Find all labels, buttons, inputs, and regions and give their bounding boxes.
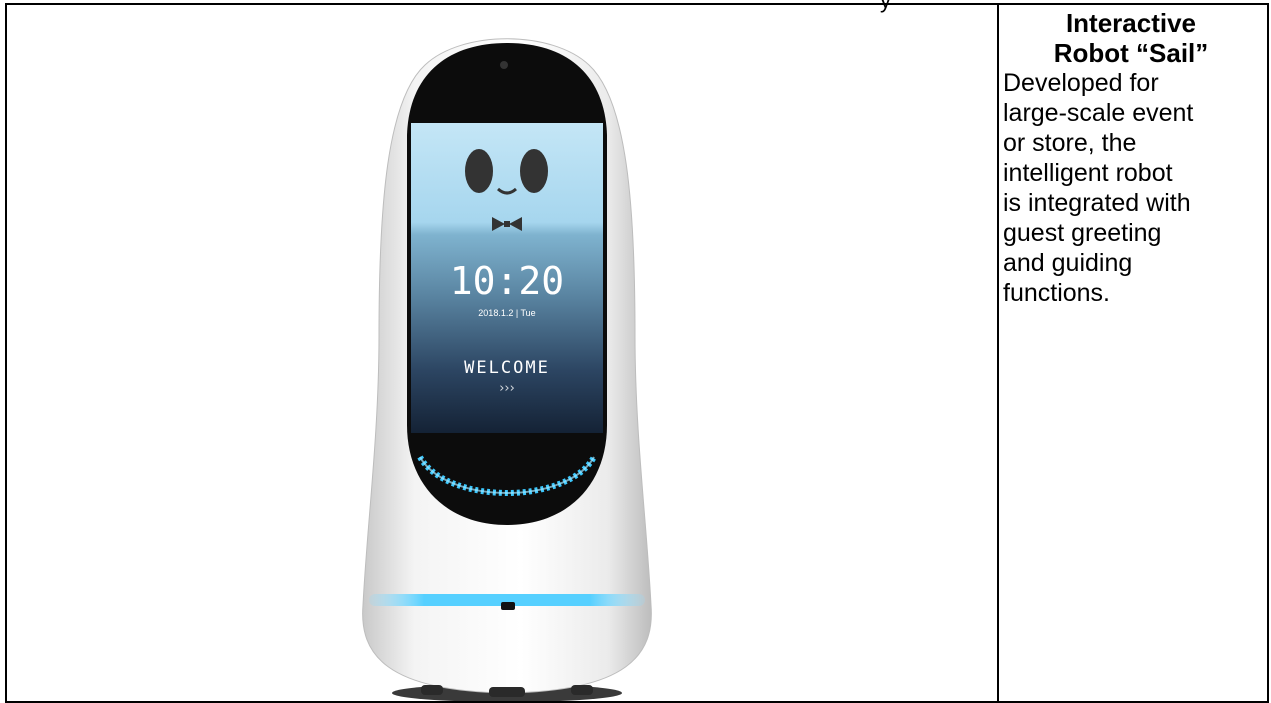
description-cell: Interactive Robot “Sail” Developed for l… — [1000, 5, 1269, 701]
robot-image: 10:20 2018.1.2 | Tue WELCOME ››› — [362, 38, 652, 701]
robot-right-eye-icon — [520, 149, 548, 193]
camera-icon — [500, 61, 508, 69]
product-table: 10:20 2018.1.2 | Tue WELCOME ››› Interac… — [5, 3, 1269, 703]
description-line: and guiding — [1003, 249, 1133, 277]
description-line: is integrated with — [1003, 189, 1191, 217]
description-line: guest greeting — [1003, 219, 1162, 247]
screen-welcome: WELCOME — [464, 358, 550, 378]
robot-left-eye-icon — [465, 149, 493, 193]
description-line: Developed for — [1003, 69, 1159, 97]
description-line: or store, the — [1003, 129, 1137, 157]
bow-tie-knot — [504, 221, 510, 227]
robot-foot — [421, 685, 443, 695]
screen-date: 2018.1.2 | Tue — [478, 308, 535, 318]
description-line: large-scale event — [1003, 99, 1194, 127]
product-title-line2: Robot “Sail” — [1053, 38, 1209, 68]
description-line: intelligent robot — [1003, 159, 1173, 187]
screen-chevrons: ››› — [499, 381, 515, 396]
sensor-icon — [501, 602, 515, 610]
screen-time: 10:20 — [450, 259, 564, 303]
robot-foot — [571, 685, 593, 695]
product-description: Developed for large-scale event or store… — [1003, 68, 1265, 308]
product-title-line1: Interactive — [1065, 8, 1197, 38]
product-title: Interactive Robot “Sail” — [1003, 8, 1265, 68]
image-cell: 10:20 2018.1.2 | Tue WELCOME ››› — [7, 5, 999, 701]
description-line: functions. — [1003, 279, 1111, 307]
robot-foot — [489, 687, 525, 697]
